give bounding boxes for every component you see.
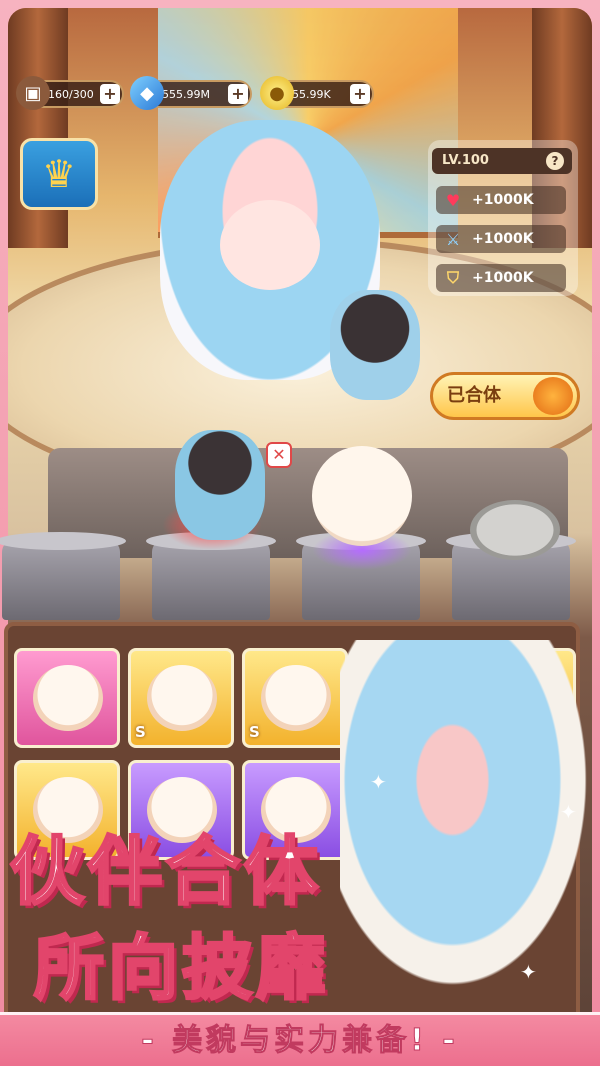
merged-label: 已合体 [447, 385, 501, 406]
coin-value: 55.99K [292, 87, 331, 101]
main-character-face [220, 200, 320, 290]
attack-value: +1000K [472, 231, 534, 247]
star-icon: ✦ [560, 800, 577, 824]
trophy-icon: ♛ [41, 152, 77, 196]
gem-counter: ◆ 555.99M + [130, 76, 252, 110]
pedestal-slot-1[interactable] [0, 532, 126, 620]
rank-badge: S [135, 723, 146, 741]
hp-value: +1000K [472, 192, 534, 208]
diamond-icon: ◆ [130, 76, 164, 110]
character-portrait [147, 665, 217, 731]
slogan-line-2: 所向披靡 [33, 926, 330, 1011]
inventory-slot[interactable]: S [242, 648, 348, 748]
attack-stat: ⚔ +1000K [436, 225, 566, 253]
sword-icon: ⚔ [445, 229, 461, 249]
trophy-button[interactable]: ♛ [20, 138, 98, 210]
heart-icon: ♥ [445, 190, 461, 210]
level-bar: LV.100 ? [432, 148, 572, 174]
rank-badge: S [249, 723, 260, 741]
companion-character[interactable] [330, 290, 420, 400]
level-label: LV.100 [442, 153, 489, 168]
bag-icon: ▣ [16, 76, 50, 110]
add-capacity-button[interactable]: + [100, 84, 120, 104]
add-gems-button[interactable]: + [228, 84, 248, 104]
slogan-line-1: 伙伴合体 [9, 828, 322, 917]
hero-illustration [340, 640, 590, 990]
character-portrait [33, 665, 103, 731]
defense-value: +1000K [472, 270, 534, 286]
add-coins-button[interactable]: + [350, 84, 370, 104]
inventory-slot[interactable]: S [128, 648, 234, 748]
star-icon: ✦ [370, 770, 387, 794]
coin-counter: ● 55.99K + [260, 76, 374, 110]
merged-button[interactable]: 已合体 [430, 372, 580, 420]
hp-stat: ♥ +1000K [436, 186, 566, 214]
star-icon: ✦ [520, 960, 537, 984]
defense-stat: ⛉ +1000K [436, 264, 566, 292]
pedestal-slot-2[interactable] [146, 532, 276, 620]
remove-button[interactable]: ✕ [266, 442, 292, 468]
inventory-slot[interactable] [14, 648, 120, 748]
tagline-banner: - 美貌与实力兼备! - [0, 1012, 600, 1066]
pedestal-character-frog[interactable] [470, 500, 560, 560]
capacity-counter: ▣ 160/300 + [16, 76, 124, 110]
character-portrait [261, 665, 331, 731]
help-icon[interactable]: ? [546, 152, 564, 170]
gem-value: 555.99M [162, 87, 210, 101]
coin-icon: ● [260, 76, 294, 110]
pedestal-character-teacup[interactable] [175, 430, 265, 540]
capacity-value: 160/300 [48, 87, 94, 101]
pedestal-character-cat[interactable] [312, 446, 412, 546]
shield-icon: ⛉ [446, 268, 459, 287]
left-pillar [8, 8, 68, 248]
pumpkin-icon [533, 377, 573, 415]
